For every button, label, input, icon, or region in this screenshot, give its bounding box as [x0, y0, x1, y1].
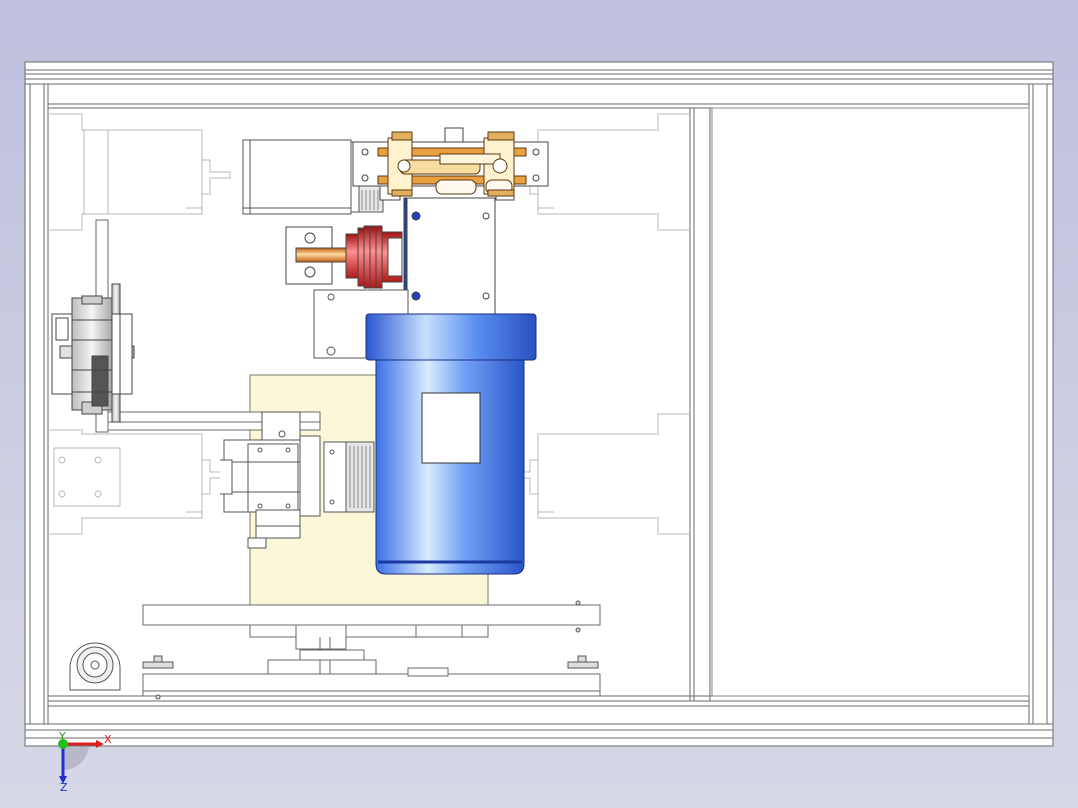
- z-axis-label: Z: [60, 781, 68, 794]
- right-panel: [711, 107, 1030, 697]
- blue-motor[interactable]: [365, 313, 537, 575]
- cad-viewport[interactable]: X Y Z: [0, 0, 1078, 808]
- cad-drawing: X Y Z: [0, 0, 1078, 808]
- x-axis-label: X: [104, 733, 112, 746]
- gearbox-housing[interactable]: [403, 197, 496, 315]
- idler-pulley[interactable]: [69, 642, 121, 691]
- y-axis-label: Y: [58, 730, 66, 743]
